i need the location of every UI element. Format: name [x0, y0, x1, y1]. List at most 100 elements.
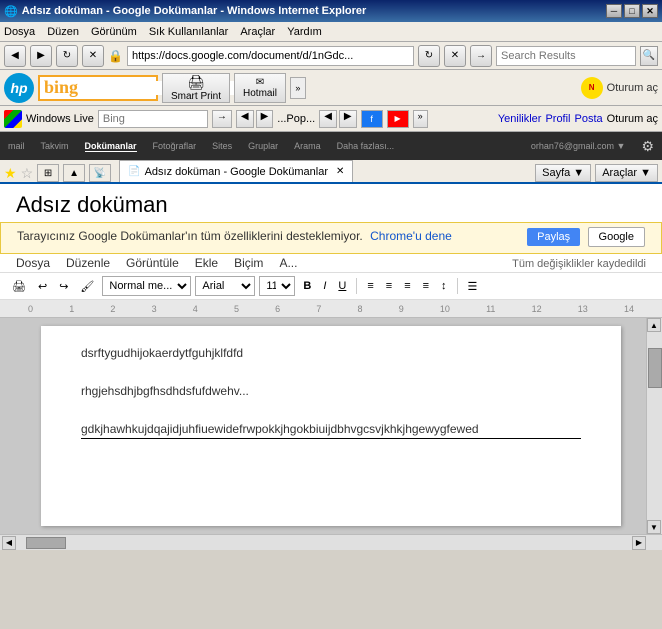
tab-close-icon[interactable]: ✕ [336, 166, 344, 177]
align-justify-btn[interactable]: ≡ [419, 275, 433, 297]
toolbar-row2: Windows Live → ◀ ▶ ...Pop... ◀ ▶ f ▶ » Y… [0, 106, 662, 132]
gear-icon[interactable]: ⚙ [641, 138, 654, 155]
nav-gruplar[interactable]: Gruplar [248, 141, 278, 151]
share-button[interactable]: Paylaş [527, 228, 580, 246]
doc-menu-dosya[interactable]: Dosya [16, 256, 50, 270]
menu-sik[interactable]: Sık Kullanılanlar [149, 26, 229, 38]
bing-label: bing [44, 77, 78, 98]
doc-menu-goruntule[interactable]: Görüntüle [126, 256, 179, 270]
scroll-left-btn[interactable]: ◀ [2, 536, 16, 550]
maximize-button[interactable]: □ [624, 4, 640, 18]
h-scroll-thumb[interactable] [26, 537, 66, 549]
yenilikler-link[interactable]: Yenilikler [498, 113, 542, 125]
doc-wrapper: Adsız doküman Tarayıcınız Google Doküman… [0, 184, 662, 550]
favorites-stars: ★ ☆ ⊞ ▲ 📡 [4, 164, 111, 182]
nav-dokumanlar[interactable]: Dokümanlar [85, 141, 137, 152]
hotmail-button[interactable]: ✉ Hotmail [234, 73, 286, 103]
scrollbar-right[interactable]: ▲ ▼ [646, 318, 662, 534]
youtube-icon[interactable]: ▶ [387, 110, 409, 128]
italic-btn[interactable]: I [319, 275, 330, 297]
extra-btn[interactable]: » [413, 110, 428, 128]
go-button[interactable]: → [470, 45, 492, 67]
signin-text2: Oturum aç [607, 113, 658, 125]
profil-link[interactable]: Profil [545, 113, 570, 125]
doc-menu-more[interactable]: A... [279, 256, 297, 270]
back-button[interactable]: ◀ [4, 45, 26, 67]
nav-fwd-btn[interactable]: ▶ [256, 110, 274, 128]
fav-star1[interactable]: ★ [4, 165, 17, 182]
browser-menubar: Dosya Düzen Görünüm Sık Kullanılanlar Ar… [0, 22, 662, 42]
feeds-btn[interactable]: 📡 [89, 164, 111, 182]
lock-icon: 🔒 [108, 49, 123, 63]
nav-takvim[interactable]: Takvim [41, 141, 69, 151]
facebook-icon[interactable]: f [361, 110, 383, 128]
fav-star2[interactable]: ☆ [21, 165, 34, 182]
scroll-right-btn[interactable]: ▶ [632, 536, 646, 550]
doc-menu-duzenle[interactable]: Düzenle [66, 256, 110, 270]
expand-toolbar-button[interactable]: » [290, 77, 306, 99]
scroll-down-btn[interactable]: ▼ [647, 520, 661, 534]
window-controls[interactable]: ─ □ ✕ [606, 4, 658, 18]
tools-button[interactable]: Araçlar ▼ [595, 164, 658, 182]
font-size-select[interactable]: 11 [259, 276, 295, 296]
menu-araclar[interactable]: Araçlar [240, 26, 275, 38]
tab-bar: ★ ☆ ⊞ ▲ 📡 📄 Adsız doküman - Google Doküm… [0, 160, 662, 184]
undo-tool-btn[interactable]: ↩ [34, 275, 51, 297]
redo-tool-btn[interactable]: ↪ [55, 275, 72, 297]
nav-back-btn[interactable]: ◀ [236, 110, 254, 128]
scroll-thumb[interactable] [648, 348, 662, 388]
minimize-button[interactable]: ─ [606, 4, 622, 18]
windows-live-label: Windows Live [26, 113, 94, 125]
forward-button[interactable]: ▶ [30, 45, 52, 67]
promo-link[interactable]: Chrome'u dene [370, 229, 452, 243]
align-right-btn[interactable]: ≡ [400, 275, 414, 297]
close-button[interactable]: ✕ [642, 4, 658, 18]
smart-print-button[interactable]: 🖨 Smart Print [162, 73, 230, 103]
user-account[interactable]: orhan76@gmail.com ▼ [531, 141, 626, 151]
tab-manager-btn[interactable]: ⊞ [37, 164, 59, 182]
line-spacing-btn[interactable]: ↕ [437, 275, 451, 297]
browser-btn1[interactable]: ◀ [319, 110, 337, 128]
nav-fotograflar[interactable]: Fotoğraflar [153, 141, 197, 151]
bookmark-btn[interactable]: ▲ [63, 164, 85, 182]
scroll-up-btn[interactable]: ▲ [647, 318, 661, 332]
search-input[interactable] [496, 46, 636, 66]
style-select[interactable]: Normal me... [102, 276, 191, 296]
nav-arama[interactable]: Arama [294, 141, 321, 151]
hp-logo: hp [4, 73, 34, 103]
align-center-btn[interactable]: ≡ [382, 275, 396, 297]
nav-sites[interactable]: Sites [212, 141, 232, 151]
list-btn[interactable]: ☰ [464, 275, 482, 297]
address-input[interactable] [127, 46, 414, 66]
menu-gorunum[interactable]: Görünüm [91, 26, 137, 38]
menu-duzen[interactable]: Düzen [47, 26, 79, 38]
underline-btn[interactable]: U [334, 275, 350, 297]
nav-daha[interactable]: Daha fazlası... [337, 141, 395, 151]
refresh-button[interactable]: ↻ [56, 45, 78, 67]
align-left-btn[interactable]: ≡ [363, 275, 377, 297]
doc-menu-ekle[interactable]: Ekle [195, 256, 218, 270]
winlive-go-button[interactable]: → [212, 110, 232, 128]
search-go-button[interactable]: 🔍 [640, 46, 658, 66]
doc-toolbar: 🖨 ↩ ↪ 🖌 Normal me... Arial 11 B I U ≡ ≡ … [0, 273, 662, 300]
paint-format-btn[interactable]: 🖌 [76, 275, 98, 297]
menu-dosya[interactable]: Dosya [4, 26, 35, 38]
posta-link[interactable]: Posta [575, 113, 603, 125]
font-select[interactable]: Arial [195, 276, 255, 296]
nav-x-button[interactable]: ✕ [444, 45, 466, 67]
toolbar-divider2 [457, 278, 458, 294]
print-tool-btn[interactable]: 🖨 [8, 275, 30, 297]
nav-mail[interactable]: mail [8, 141, 25, 151]
google-button[interactable]: Google [588, 227, 645, 247]
stop-button[interactable]: ✕ [82, 45, 104, 67]
menu-yardim[interactable]: Yardım [287, 26, 322, 38]
bing-search-box[interactable]: bing [38, 75, 158, 101]
bing-search-input[interactable] [98, 110, 208, 128]
active-tab[interactable]: 📄 Adsız doküman - Google Dokümanlar ✕ [119, 160, 353, 182]
bold-btn[interactable]: B [299, 275, 315, 297]
page-button[interactable]: Sayfa ▼ [535, 164, 591, 182]
doc-menu-bicim[interactable]: Biçim [234, 256, 263, 270]
scrollbar-bottom[interactable]: ◀ ▶ [0, 534, 662, 550]
browser-btn2[interactable]: ▶ [339, 110, 357, 128]
refresh-address-button[interactable]: ↻ [418, 45, 440, 67]
